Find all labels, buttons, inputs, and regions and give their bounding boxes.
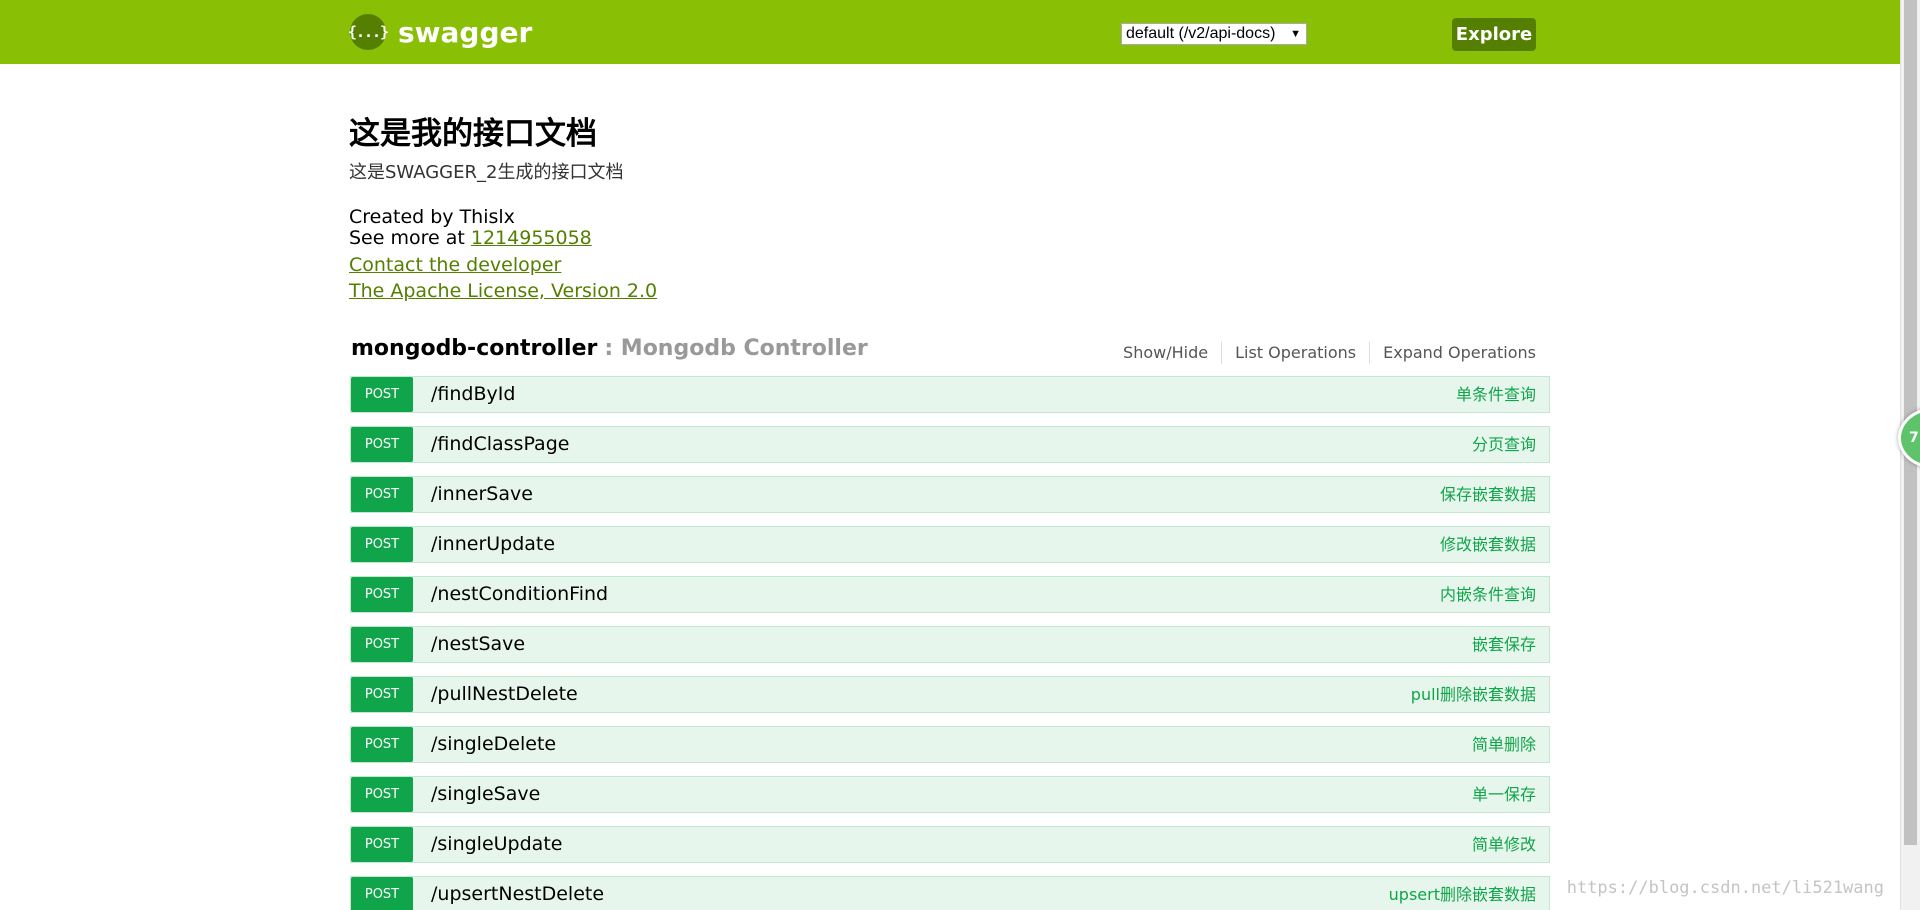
operation-path[interactable]: /nestConditionFind	[431, 577, 608, 612]
operation-path[interactable]: /nestSave	[431, 627, 525, 662]
contact-developer-link[interactable]: Contact the developer	[349, 254, 561, 276]
http-method-badge[interactable]: POST	[351, 777, 413, 812]
expand-operations-link[interactable]: Expand Operations	[1370, 342, 1536, 364]
http-method-badge[interactable]: POST	[351, 377, 413, 412]
operation-path[interactable]: /pullNestDelete	[431, 677, 578, 712]
operation-path[interactable]: /innerSave	[431, 477, 533, 512]
operation-row[interactable]: POST /nestConditionFind 内嵌条件查询	[350, 576, 1550, 613]
http-method-badge[interactable]: POST	[351, 827, 413, 862]
operation-summary[interactable]: 嵌套保存	[1472, 627, 1536, 662]
swagger-ui-page: {...} swagger default (/v2/api-docs) ▼ E…	[0, 0, 1920, 910]
license-row: The Apache License, Version 2.0	[349, 280, 657, 302]
operation-path[interactable]: /singleUpdate	[431, 827, 562, 862]
operation-row[interactable]: POST /nestSave 嵌套保存	[350, 626, 1550, 663]
header-bar: {...} swagger default (/v2/api-docs) ▼ E…	[0, 0, 1900, 64]
operation-row[interactable]: POST /findClassPage 分页查询	[350, 426, 1550, 463]
operation-path[interactable]: /upsertNestDelete	[431, 877, 604, 910]
operation-summary[interactable]: 单一保存	[1472, 777, 1536, 812]
api-created-by: Created by Thislx	[349, 206, 515, 228]
swagger-logo-icon: {...}	[348, 14, 389, 50]
http-method-badge[interactable]: POST	[351, 477, 413, 512]
operation-path[interactable]: /innerUpdate	[431, 527, 555, 562]
http-method-badge[interactable]: POST	[351, 527, 413, 562]
operations-list: POST /findById 单条件查询 POST /findClassPage…	[350, 376, 1550, 910]
api-spec-select[interactable]: default (/v2/api-docs) ▼	[1121, 23, 1307, 45]
http-method-badge[interactable]: POST	[351, 427, 413, 462]
operation-row[interactable]: POST /innerSave 保存嵌套数据	[350, 476, 1550, 513]
resource-options: Show/Hide List Operations Expand Operati…	[1110, 342, 1536, 364]
show-hide-link[interactable]: Show/Hide	[1110, 342, 1221, 364]
see-more-prefix: See more at	[349, 227, 471, 249]
operation-row[interactable]: POST /pullNestDelete pull删除嵌套数据	[350, 676, 1550, 713]
operation-summary[interactable]: 单条件查询	[1456, 377, 1536, 412]
api-see-more: See more at 1214955058	[349, 227, 592, 249]
license-link[interactable]: The Apache License, Version 2.0	[349, 280, 657, 302]
operation-summary[interactable]: 修改嵌套数据	[1440, 527, 1536, 562]
api-description: 这是SWAGGER_2生成的接口文档	[349, 162, 624, 183]
operation-path[interactable]: /findById	[431, 377, 515, 412]
http-method-badge[interactable]: POST	[351, 577, 413, 612]
swagger-logo[interactable]: {...} swagger	[348, 14, 533, 50]
api-spec-select-value: default (/v2/api-docs)	[1126, 25, 1276, 42]
swagger-logo-text: swagger	[398, 15, 533, 49]
operation-summary[interactable]: upsert删除嵌套数据	[1389, 877, 1536, 910]
resource-description: : Mongodb Controller	[604, 336, 868, 361]
operation-row[interactable]: POST /upsertNestDelete upsert删除嵌套数据	[350, 876, 1550, 910]
operation-path[interactable]: /singleSave	[431, 777, 540, 812]
operation-summary[interactable]: 分页查询	[1472, 427, 1536, 462]
operation-row[interactable]: POST /innerUpdate 修改嵌套数据	[350, 526, 1550, 563]
operation-path[interactable]: /findClassPage	[431, 427, 569, 462]
operation-summary[interactable]: 简单修改	[1472, 827, 1536, 862]
list-operations-link[interactable]: List Operations	[1222, 342, 1369, 364]
http-method-badge[interactable]: POST	[351, 677, 413, 712]
http-method-badge[interactable]: POST	[351, 877, 413, 910]
operation-path[interactable]: /singleDelete	[431, 727, 556, 762]
api-title: 这是我的接口文档	[349, 116, 597, 152]
operation-summary[interactable]: 保存嵌套数据	[1440, 477, 1536, 512]
operation-row[interactable]: POST /singleSave 单一保存	[350, 776, 1550, 813]
http-method-badge[interactable]: POST	[351, 627, 413, 662]
operation-summary[interactable]: 内嵌条件查询	[1440, 577, 1536, 612]
see-more-link[interactable]: 1214955058	[471, 227, 592, 249]
http-method-badge[interactable]: POST	[351, 727, 413, 762]
chevron-down-icon: ▼	[1290, 28, 1301, 40]
resource-heading[interactable]: mongodb-controller : Mongodb Controller	[351, 336, 868, 361]
operation-summary[interactable]: pull删除嵌套数据	[1411, 677, 1536, 712]
resource-name[interactable]: mongodb-controller	[351, 336, 597, 361]
operation-row[interactable]: POST /singleDelete 简单删除	[350, 726, 1550, 763]
operation-summary[interactable]: 简单删除	[1472, 727, 1536, 762]
contact-row: Contact the developer	[349, 254, 561, 276]
explore-button[interactable]: Explore	[1452, 18, 1536, 51]
operation-row[interactable]: POST /findById 单条件查询	[350, 376, 1550, 413]
operation-row[interactable]: POST /singleUpdate 简单修改	[350, 826, 1550, 863]
watermark: https://blog.csdn.net/li521wang	[1566, 878, 1884, 898]
